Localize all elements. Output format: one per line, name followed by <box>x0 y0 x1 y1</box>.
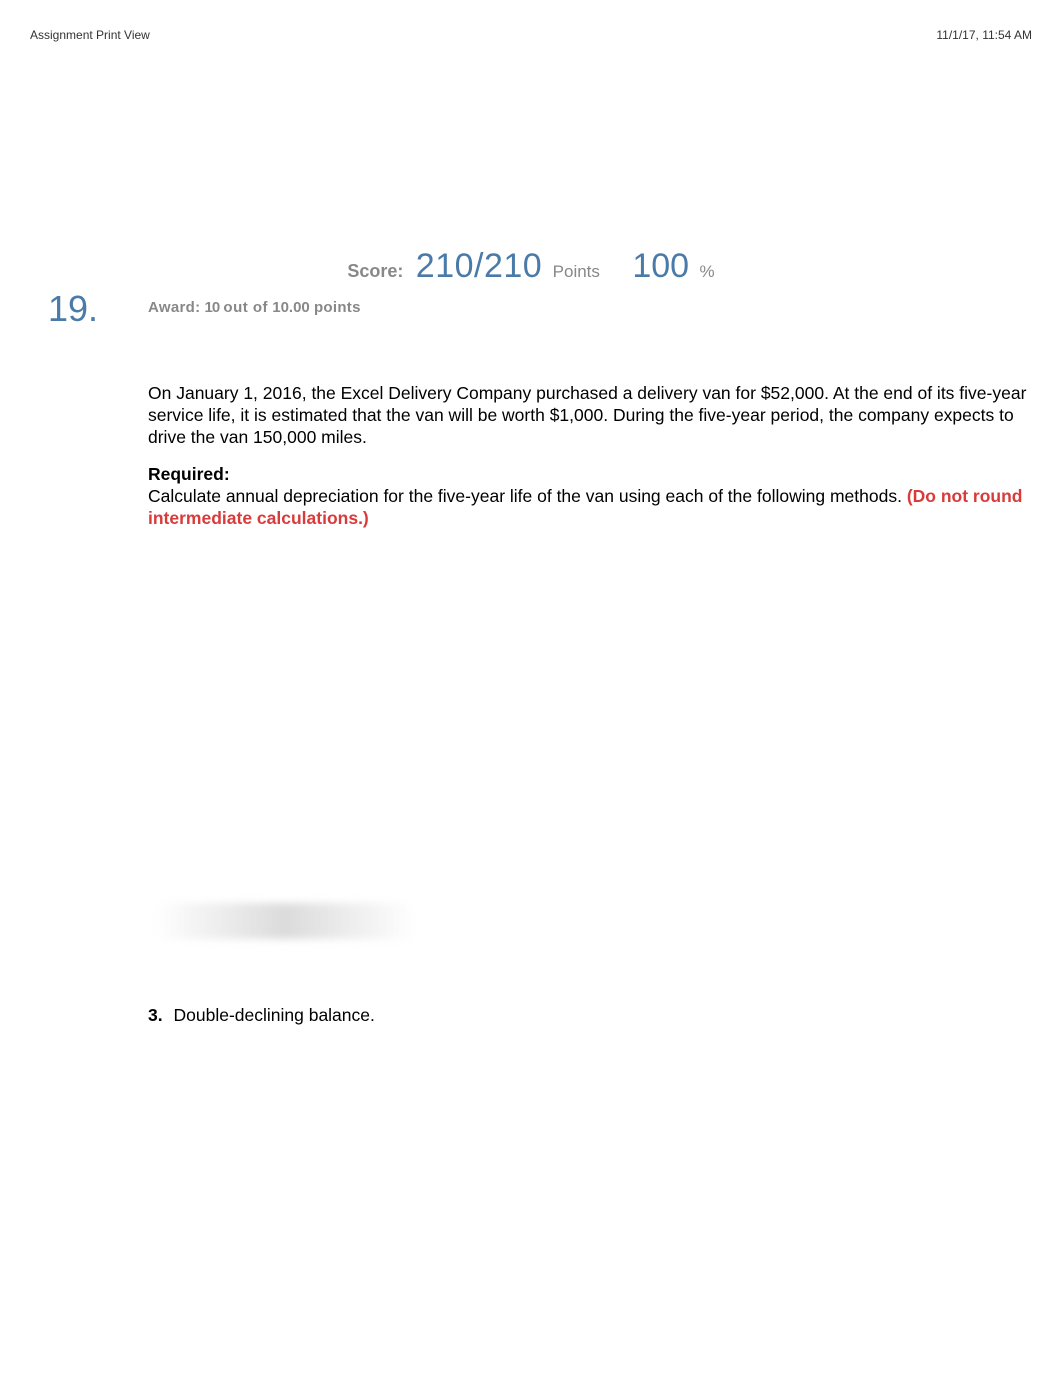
award-total-points: 10.00 <box>272 299 310 316</box>
subquestion-3-number: 3. <box>148 1005 163 1025</box>
question-number: 19. <box>48 288 98 330</box>
percent-label: % <box>700 262 715 281</box>
header-left-text: Assignment Print View <box>30 28 150 42</box>
award-earned-points: 10 <box>205 299 220 316</box>
points-label: Points <box>553 262 600 281</box>
score-label: Score: <box>347 261 403 281</box>
required-section: Required: Calculate annual depreciation … <box>148 464 1044 530</box>
required-instruction: Calculate annual depreciation for the fi… <box>148 486 902 506</box>
award-out-of: out of <box>223 299 268 316</box>
score-value: 210/210 <box>416 247 542 285</box>
award-label: Award: <box>148 299 200 316</box>
blurred-content-placeholder <box>155 903 415 939</box>
header-right-timestamp: 11/1/17, 11:54 AM <box>936 28 1032 42</box>
percent-value: 100 <box>632 247 689 285</box>
question-body-paragraph: On January 1, 2016, the Excel Delivery C… <box>148 383 1044 449</box>
required-label: Required: <box>148 464 230 484</box>
subquestion-3-text: Double-declining balance. <box>173 1005 374 1025</box>
subquestion-3: 3. Double-declining balance. <box>148 1005 375 1026</box>
award-points-label: points <box>314 299 361 316</box>
score-summary: Score: 210/210 Points 100 % <box>0 247 1062 286</box>
award-line: Award: 10 out of 10.00 points <box>148 299 361 316</box>
